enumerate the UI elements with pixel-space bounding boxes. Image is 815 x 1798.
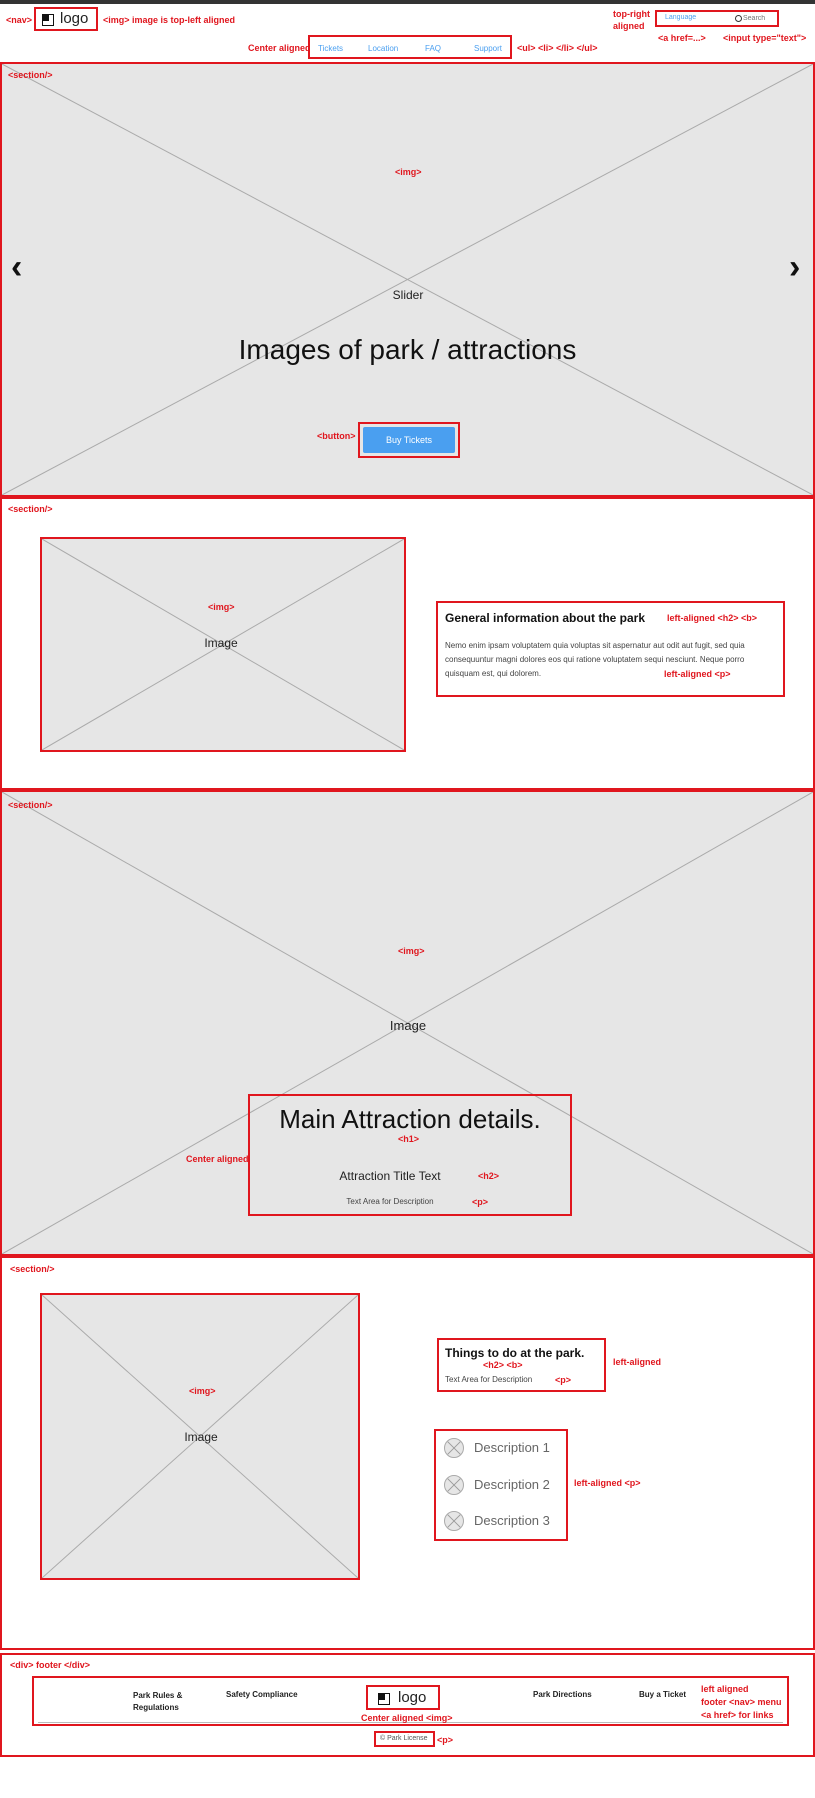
search-icon xyxy=(735,15,742,22)
license-text: © Park License xyxy=(380,1735,428,1742)
footer-nav-annotation-2: footer <nav> menu xyxy=(701,1697,782,1707)
topright-annotation-2: aligned xyxy=(613,21,645,31)
info-img-tag: <img> xyxy=(208,602,235,612)
things-img-tag: <img> xyxy=(189,1386,216,1396)
footer-tag-annotation: <div> footer </div> xyxy=(10,1660,91,1670)
attraction-text-box: Main Attraction details. <h1> Attraction… xyxy=(248,1094,572,1216)
hero-headline: Images of park / attractions xyxy=(238,334,577,365)
things-p-annotation: <p> xyxy=(555,1375,572,1385)
attraction-section-tag: <section/> xyxy=(8,800,53,810)
info-heading: General information about the park xyxy=(445,611,646,625)
footer-logo-icon xyxy=(378,1693,390,1705)
list-item: Description 3 xyxy=(444,1509,564,1533)
things-list-box: Description 1 Description 2 Description … xyxy=(434,1429,568,1541)
footer-nav-annotation-3: <a href> for links xyxy=(701,1710,774,1720)
attraction-h2-annotation: <h2> xyxy=(478,1171,500,1181)
nav-link-support[interactable]: Support xyxy=(474,44,502,53)
slider-prev-arrow[interactable]: ‹ xyxy=(11,250,22,284)
info-heading-annotation: left-aligned <h2> <b> xyxy=(667,613,758,623)
things-image-label: Image xyxy=(184,1430,218,1444)
nav-link-tickets[interactable]: Tickets xyxy=(318,44,343,53)
footer-logo[interactable]: logo xyxy=(366,1685,440,1710)
footer-logo-annotation: Center aligned <img> xyxy=(361,1713,453,1723)
hero-img-tag: <img> xyxy=(395,167,422,177)
things-section-tag: <section/> xyxy=(10,1264,55,1274)
footer-logo-text: logo xyxy=(398,1689,427,1706)
license-box: © Park License xyxy=(374,1731,435,1747)
info-body-annotation: left-aligned <p> xyxy=(664,669,731,679)
placeholder-icon xyxy=(444,1511,464,1531)
attraction-subtitle: Attraction Title Text xyxy=(339,1169,441,1183)
topright-annotation-1: top-right xyxy=(613,9,650,19)
hero-section-tag: <section/> xyxy=(8,70,53,80)
nav-links: Tickets Location FAQ Support xyxy=(308,35,512,59)
button-tag: <button> xyxy=(317,431,356,441)
logo-icon xyxy=(42,14,54,26)
logo-text: logo xyxy=(60,10,89,27)
info-text-box: General information about the park left-… xyxy=(436,601,785,697)
logo[interactable]: logo xyxy=(34,7,98,31)
buy-tickets-button[interactable]: Buy Tickets xyxy=(363,427,455,453)
things-text-box: Things to do at the park. <h2> <b> Text … xyxy=(437,1338,606,1392)
footer-link-safety[interactable]: Safety Compliance xyxy=(226,1690,298,1699)
attraction-p-annotation: <p> xyxy=(472,1197,489,1207)
list-item: Description 1 xyxy=(444,1436,564,1460)
things-items-annotation: left-aligned <p> xyxy=(574,1478,641,1488)
nav-tag-annotation: <nav> xyxy=(6,15,33,25)
nav-link-location[interactable]: Location xyxy=(368,44,398,53)
language-link[interactable]: Language xyxy=(665,14,696,21)
info-section-tag: <section/> xyxy=(8,504,53,514)
top-bar xyxy=(0,0,815,4)
footer-link-directions[interactable]: Park Directions xyxy=(533,1690,592,1699)
attraction-center-annotation: Center aligned xyxy=(186,1154,249,1164)
attraction-image-label: Image xyxy=(389,1018,427,1033)
attraction-description: Text Area for Description xyxy=(346,1197,434,1206)
info-image-label: Image xyxy=(204,636,238,650)
logo-annotation: <img> image is top-left aligned xyxy=(103,15,236,25)
footer-link-buy-ticket[interactable]: Buy a Ticket xyxy=(639,1690,686,1699)
attraction-title: Main Attraction details. xyxy=(279,1104,541,1134)
list-item: Description 2 xyxy=(444,1473,564,1497)
things-heading-annotation: <h2> <b> xyxy=(483,1360,523,1370)
list-item-label: Description 3 xyxy=(474,1513,550,1528)
footer-link-rules[interactable]: Park Rules & Regulations xyxy=(133,1690,193,1714)
things-heading: Things to do at the park. xyxy=(445,1346,585,1360)
license-annotation: <p> xyxy=(437,1735,454,1745)
things-left-annotation: left-aligned xyxy=(613,1357,662,1367)
placeholder-icon xyxy=(444,1475,464,1495)
slider-next-arrow[interactable]: › xyxy=(789,250,800,284)
list-item-label: Description 1 xyxy=(474,1440,550,1455)
attraction-h1-annotation: <h1> xyxy=(398,1134,420,1144)
footer-nav-annotation-1: left aligned xyxy=(701,1684,749,1694)
slider-label: Slider xyxy=(392,288,424,302)
language-search-box: Language xyxy=(655,10,779,27)
nav-link-faq[interactable]: FAQ xyxy=(425,44,441,53)
placeholder-icon xyxy=(444,1438,464,1458)
input-annotation: <input type="text"> xyxy=(723,33,807,43)
links-annotation-right: <ul> <li> </li> </ul> xyxy=(517,43,598,53)
buy-tickets-frame: Buy Tickets xyxy=(358,422,460,458)
list-item-label: Description 2 xyxy=(474,1477,550,1492)
href-annotation: <a href=...> xyxy=(658,33,706,43)
search-input[interactable] xyxy=(743,13,777,24)
links-annotation-left: Center aligned xyxy=(248,43,311,53)
things-description: Text Area for Description xyxy=(445,1375,533,1384)
attraction-img-tag: <img> xyxy=(398,946,425,956)
